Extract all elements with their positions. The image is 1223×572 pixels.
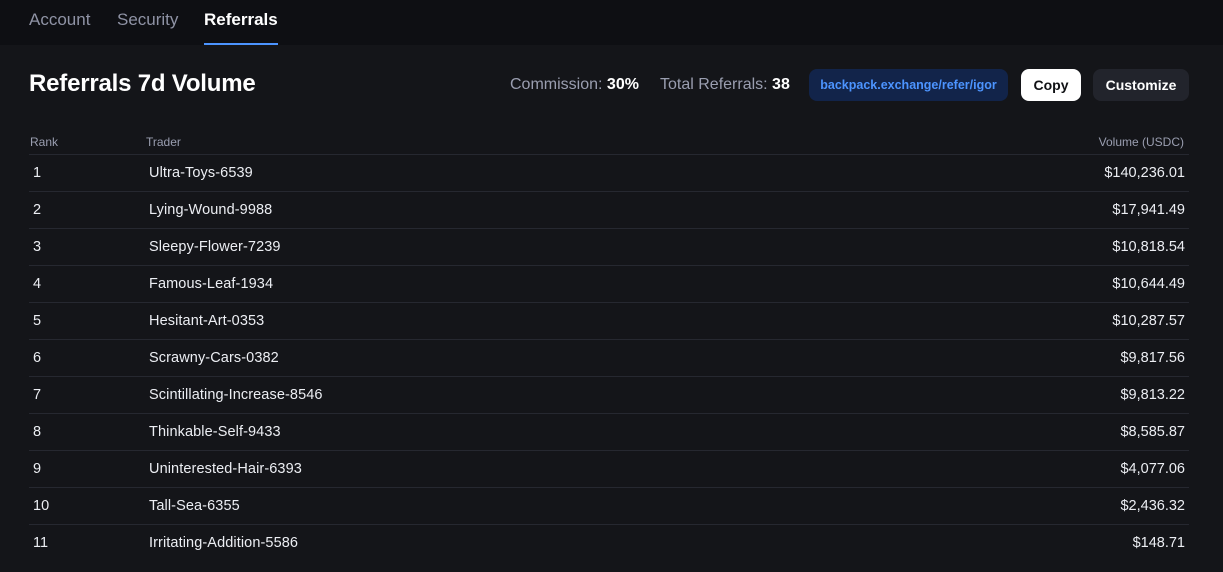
volume-cell: $148.71 [1132, 535, 1185, 551]
total-referrals-stat: Total Referrals: 38 [660, 76, 790, 94]
rank-cell: 4 [33, 276, 42, 292]
table-row: 4 Famous-Leaf-1934 $10,644.49 [29, 266, 1189, 303]
volume-cell: $17,941.49 [1112, 202, 1185, 218]
tab-security[interactable]: Security [117, 10, 178, 45]
rank-cell: 11 [33, 535, 49, 551]
rank-cell: 6 [33, 350, 42, 366]
trader-cell: Hesitant-Art-0353 [149, 313, 265, 329]
volume-cell: $9,813.22 [1120, 387, 1185, 403]
trader-cell: Irritating-Addition-5586 [149, 535, 299, 551]
referrals-table: Rank Trader Volume (USDC) 1 Ultra-Toys-65… [29, 130, 1189, 562]
rank-cell: 8 [33, 424, 42, 440]
rank-cell: 3 [33, 239, 42, 255]
column-header-trader: Trader [146, 135, 181, 149]
trader-cell: Scintillating-Increase-8546 [149, 387, 323, 403]
volume-cell: $10,287.57 [1112, 313, 1185, 329]
page-title: Referrals 7d Volume [29, 70, 256, 97]
trader-cell: Thinkable-Self-9433 [149, 424, 281, 440]
commission-label: Commission: [510, 76, 603, 93]
customize-button[interactable]: Customize [1093, 69, 1189, 101]
commission-value: 30% [606, 76, 639, 93]
volume-cell: $2,436.32 [1120, 498, 1185, 514]
table-row: 5 Hesitant-Art-0353 $10,287.57 [29, 303, 1189, 340]
table-row: 3 Sleepy-Flower-7239 $10,818.54 [29, 229, 1189, 266]
total-referrals-label: Total Referrals: [660, 76, 768, 93]
volume-cell: $4,077.06 [1120, 461, 1185, 477]
table-row: 6 Scrawny-Cars-0382 $9,817.56 [29, 340, 1189, 377]
commission-stat: Commission: 30% [510, 76, 639, 94]
table-row: 8 Thinkable-Self-9433 $8,585.87 [29, 414, 1189, 451]
table-row: 9 Uninterested-Hair-6393 $4,077.06 [29, 451, 1189, 488]
top-tab-bar: Account Security Referrals [0, 0, 1223, 45]
tab-account[interactable]: Account [29, 10, 90, 45]
rank-cell: 5 [33, 313, 42, 329]
referral-link[interactable]: backpack.exchange/refer/igor [809, 69, 1008, 101]
table-row: 7 Scintillating-Increase-8546 $9,813.22 [29, 377, 1189, 414]
trader-cell: Scrawny-Cars-0382 [149, 350, 279, 366]
table-row: 2 Lying-Wound-9988 $17,941.49 [29, 192, 1189, 229]
copy-button[interactable]: Copy [1021, 69, 1081, 101]
trader-cell: Uninterested-Hair-6393 [149, 461, 302, 477]
rank-cell: 2 [33, 202, 42, 218]
volume-cell: $140,236.01 [1104, 165, 1185, 181]
column-header-volume: Volume (USDC) [1098, 135, 1184, 149]
trader-cell: Sleepy-Flower-7239 [149, 239, 281, 255]
table-header: Rank Trader Volume (USDC) [29, 130, 1189, 155]
rank-cell: 7 [33, 387, 42, 403]
rank-cell: 10 [33, 498, 50, 514]
trader-cell: Ultra-Toys-6539 [149, 165, 253, 181]
total-referrals-value: 38 [772, 76, 790, 93]
column-header-rank: Rank [30, 135, 59, 149]
trader-cell: Tall-Sea-6355 [149, 498, 240, 514]
trader-cell: Lying-Wound-9988 [149, 202, 273, 218]
volume-cell: $10,644.49 [1112, 276, 1185, 292]
volume-cell: $9,817.56 [1120, 350, 1185, 366]
table-row: 1 Ultra-Toys-6539 $140,236.01 [29, 155, 1189, 192]
table-row: 11 Irritating-Addition-5586 $148.71 [29, 525, 1189, 562]
volume-cell: $8,585.87 [1120, 424, 1185, 440]
table-body: 1 Ultra-Toys-6539 $140,236.01 2 Lying-Wound-… [29, 155, 1189, 562]
rank-cell: 1 [33, 165, 42, 181]
trader-cell: Famous-Leaf-1934 [149, 276, 274, 292]
volume-cell: $10,818.54 [1112, 239, 1185, 255]
table-row: 10 Tall-Sea-6355 $2,436.32 [29, 488, 1189, 525]
tab-referrals[interactable]: Referrals [204, 10, 278, 45]
rank-cell: 9 [33, 461, 42, 477]
